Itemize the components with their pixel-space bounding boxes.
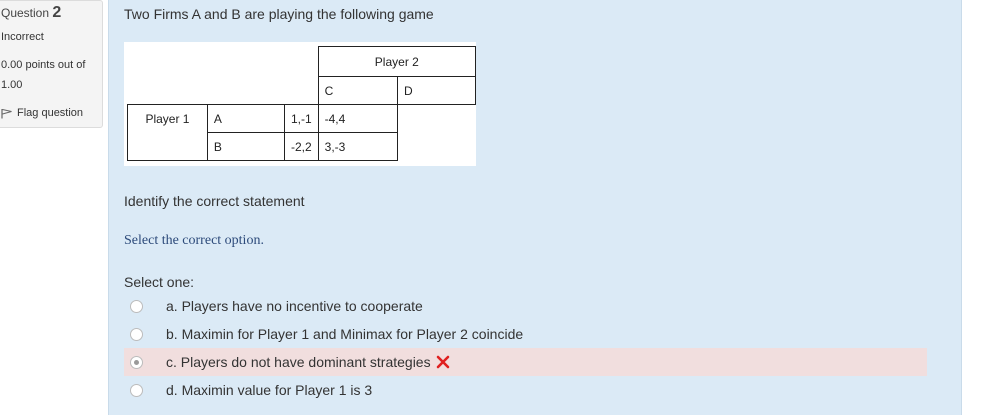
radio-button-selected[interactable] <box>130 355 143 369</box>
radio-button[interactable] <box>130 383 143 397</box>
question-content: Two Firms A and B are playing the follow… <box>108 0 962 415</box>
instruction-text: Select the correct option. <box>124 233 264 248</box>
answer-option-a[interactable]: a. Players have no incentive to cooperat… <box>124 292 927 320</box>
flag-question-label: Flag question <box>17 107 84 119</box>
grade-max: 1.00 <box>1 79 23 91</box>
payoff-cell: -2,2 <box>283 132 319 161</box>
player1-header: Player 1 <box>127 104 208 161</box>
select-one-label: Select one: <box>124 274 195 290</box>
question-text: Two Firms A and B are playing the follow… <box>124 6 434 22</box>
radio-button[interactable] <box>130 299 143 313</box>
question-prompt: Identify the correct statement <box>124 193 305 209</box>
radio-button[interactable] <box>130 327 143 341</box>
strategy-c: C <box>317 76 398 105</box>
player2-header: Player 2 <box>317 46 477 77</box>
question-number: Question 2 <box>1 4 61 22</box>
answer-option-d[interactable]: d. Maximin value for Player 1 is 3 <box>124 376 927 404</box>
question-info-panel: Question 2 Incorrect 0.00 points out of … <box>0 0 103 128</box>
option-label: c. Players do not have dominant strategi… <box>166 354 431 370</box>
option-label: d. Maximin value for Player 1 is 3 <box>166 382 373 398</box>
option-label: b. Maximin for Player 1 and Minimax for … <box>166 326 524 342</box>
answer-option-c[interactable]: c. Players do not have dominant strategi… <box>124 348 927 376</box>
payoff-cell: 3,-3 <box>317 132 398 161</box>
empty-corner <box>128 47 319 105</box>
option-label: a. Players have no incentive to cooperat… <box>166 298 423 314</box>
question-state: Incorrect <box>1 31 44 43</box>
strategy-d: D <box>396 76 477 105</box>
flag-question-link[interactable]: Flag question <box>1 107 83 119</box>
strategy-b: B <box>206 132 285 161</box>
grade-text: 0.00 points out of <box>1 59 86 71</box>
payoff-cell: 1,-1 <box>283 104 319 133</box>
strategy-a: A <box>206 104 285 133</box>
answer-option-b[interactable]: b. Maximin for Player 1 and Minimax for … <box>124 320 927 348</box>
flag-icon <box>1 108 12 118</box>
payoff-table: Player 2 C D Player 1 A 1,-1 -4,4 B -2,2… <box>127 46 477 161</box>
question-label: Question <box>1 6 50 20</box>
incorrect-icon <box>436 355 449 369</box>
question-number-value: 2 <box>52 4 62 21</box>
payoff-cell: -4,4 <box>317 104 398 133</box>
game-table-container: Player 2 C D Player 1 A 1,-1 -4,4 B -2,2… <box>124 42 477 166</box>
